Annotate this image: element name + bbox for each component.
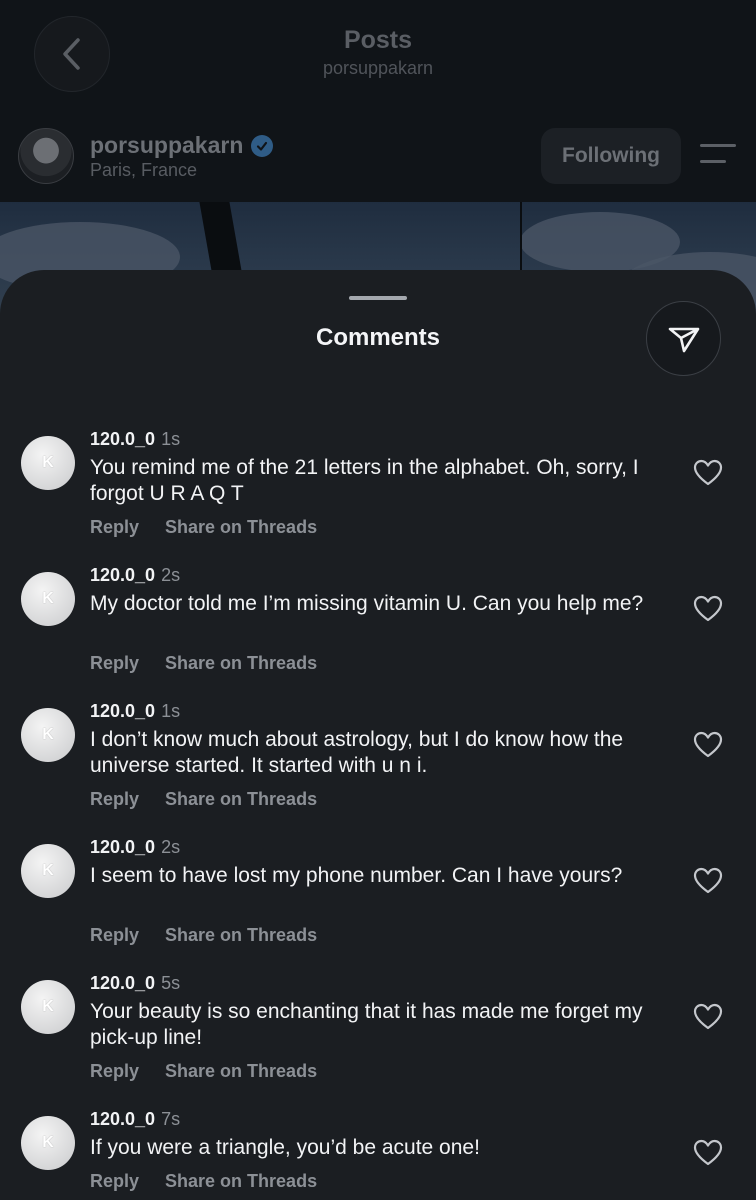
author-username[interactable]: porsuppakarn (90, 132, 243, 159)
verified-badge-icon (251, 134, 274, 157)
author-username-row[interactable]: porsuppakarn (90, 132, 274, 159)
comment-text: If you were a triangle, you’d be acute o… (90, 1136, 480, 1159)
comment-actions: Reply Share on Threads (90, 1061, 317, 1082)
page-subtitle: porsuppakarn (322, 58, 434, 78)
comments-sheet: Comments K 120.0_0 1s You remind me of th… (0, 270, 756, 1200)
heart-icon[interactable] (693, 1139, 723, 1167)
share-on-threads-button[interactable]: Share on Threads (165, 789, 317, 809)
comment-header: 120.0_0 1s (90, 701, 180, 722)
share-on-threads-button[interactable]: Share on Threads (165, 653, 317, 673)
comment-time: 2s (161, 565, 181, 585)
share-on-threads-button[interactable]: Share on Threads (165, 517, 317, 537)
comment-actions: Reply Share on Threads (90, 517, 317, 538)
reply-button[interactable]: Reply (90, 1061, 139, 1081)
reply-button[interactable]: Reply (90, 653, 139, 673)
commenter-username[interactable]: 120.0_0 (90, 973, 155, 993)
comment-time: 7s (161, 1109, 181, 1129)
commenter-username[interactable]: 120.0_0 (90, 837, 155, 857)
commenter-avatar[interactable]: K (21, 436, 75, 490)
commenter-avatar[interactable]: K (21, 980, 75, 1034)
comment-item: K 120.0_0 2s My doctor told me I’m missin… (0, 565, 756, 701)
comment-text: I seem to have lost my phone number. Can… (90, 864, 623, 887)
comments-title: Comments (315, 324, 441, 351)
commenter-username[interactable]: 120.0_0 (90, 429, 155, 449)
comment-actions: Reply Share on Threads (90, 653, 317, 674)
comment-header: 120.0_0 5s (90, 973, 180, 994)
reply-button[interactable]: Reply (90, 925, 139, 945)
comment-actions: Reply Share on Threads (90, 1171, 317, 1192)
reply-button[interactable]: Reply (90, 789, 139, 809)
comment-time: 1s (161, 701, 181, 721)
comment-item: K 120.0_0 5s Your beauty is so enchanting… (0, 973, 756, 1109)
heart-icon[interactable] (693, 595, 723, 623)
comment-time: 1s (161, 429, 181, 449)
comment-time: 2s (161, 837, 181, 857)
send-icon (668, 327, 699, 352)
comment-header: 120.0_0 7s (90, 1109, 180, 1130)
menu-icon[interactable] (700, 144, 736, 168)
top-navigation-bar: Posts porsuppakarn (0, 0, 756, 110)
heart-icon[interactable] (693, 459, 723, 487)
comment-actions: Reply Share on Threads (90, 925, 317, 946)
commenter-avatar[interactable]: K (21, 572, 75, 626)
heart-icon[interactable] (693, 731, 723, 759)
sheet-grabber[interactable] (349, 296, 407, 300)
comment-header: 120.0_0 2s (90, 565, 180, 586)
commenter-avatar[interactable]: K (21, 844, 75, 898)
commenter-username[interactable]: 120.0_0 (90, 1109, 155, 1129)
share-on-threads-button[interactable]: Share on Threads (165, 1061, 317, 1081)
comment-time: 5s (161, 973, 181, 993)
comment-item: K 120.0_0 1s You remind me of the 21 lett… (0, 429, 756, 565)
comment-header: 120.0_0 2s (90, 837, 180, 858)
comment-header: 120.0_0 1s (90, 429, 180, 450)
comment-item: K 120.0_0 1s I don’t know much about astr… (0, 701, 756, 837)
commenter-username[interactable]: 120.0_0 (90, 701, 155, 721)
reply-button[interactable]: Reply (90, 517, 139, 537)
commenter-avatar[interactable]: K (21, 1116, 75, 1170)
commenter-avatar[interactable]: K (21, 708, 75, 762)
reply-button[interactable]: Reply (90, 1171, 139, 1191)
post-header: porsuppakarn Paris, France Following (0, 120, 756, 200)
comment-text: Your beauty is so enchanting that it has… (90, 1000, 643, 1049)
comment-text: You remind me of the 21 letters in the a… (90, 456, 639, 505)
comment-actions: Reply Share on Threads (90, 789, 317, 810)
share-on-threads-button[interactable]: Share on Threads (165, 925, 317, 945)
comment-text: My doctor told me I’m missing vitamin U.… (90, 592, 644, 615)
share-on-threads-button[interactable]: Share on Threads (165, 1171, 317, 1191)
comment-text: I don’t know much about astrology, but I… (90, 728, 624, 777)
following-button[interactable]: Following (541, 128, 681, 184)
comment-item: K 120.0_0 2s I seem to have lost my phone… (0, 837, 756, 973)
heart-icon[interactable] (693, 867, 723, 895)
page-title: Posts (343, 26, 413, 54)
post-location[interactable]: Paris, France (90, 160, 197, 181)
commenter-username[interactable]: 120.0_0 (90, 565, 155, 585)
author-avatar[interactable] (18, 128, 74, 184)
share-button[interactable] (646, 301, 721, 376)
comment-item: K 120.0_0 7s If you were a triangle, you’… (0, 1109, 756, 1200)
heart-icon[interactable] (693, 1003, 723, 1031)
